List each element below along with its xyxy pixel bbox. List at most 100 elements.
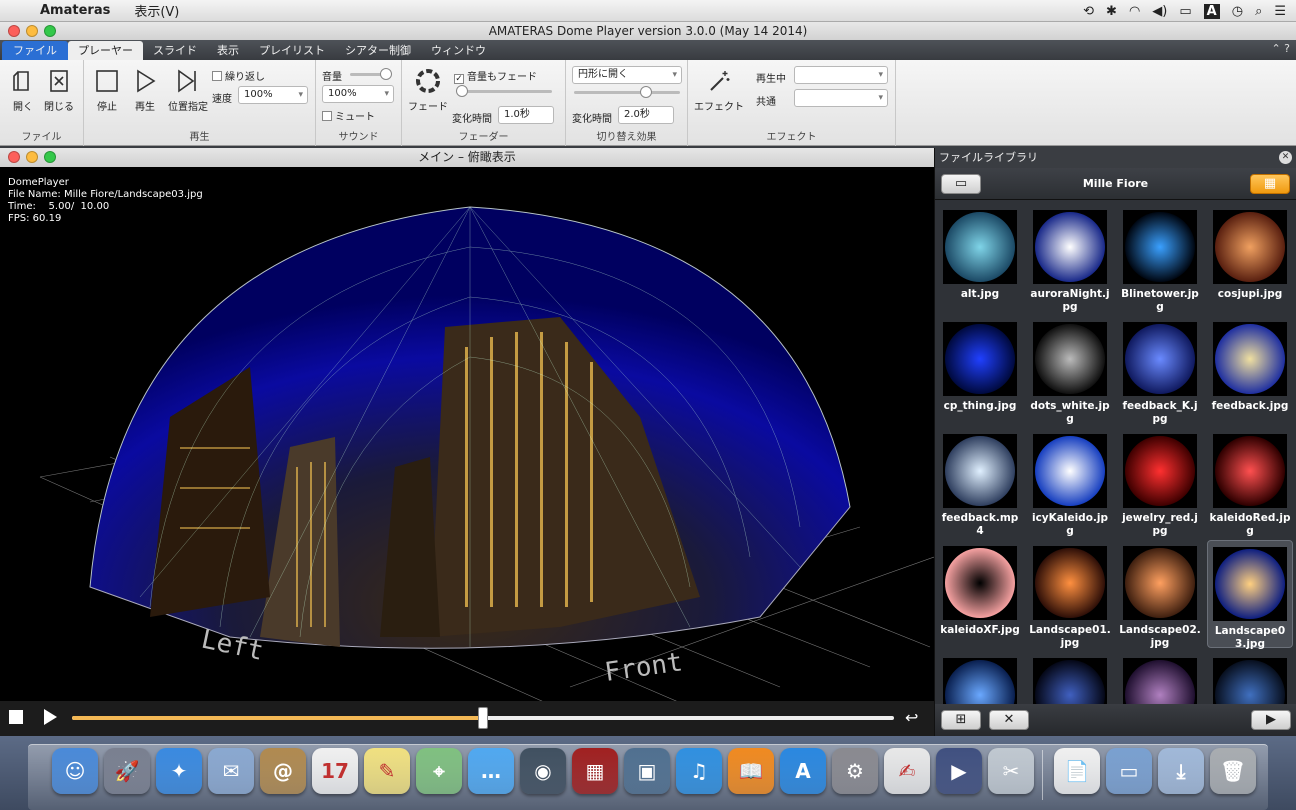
- help-icon[interactable]: ⌃ ?: [1271, 42, 1290, 55]
- minimize-window-button[interactable]: [26, 25, 38, 37]
- repeat-checkbox[interactable]: 繰り返し: [212, 68, 265, 83]
- library-close-icon[interactable]: ✕: [1279, 151, 1292, 164]
- library-item[interactable]: cp_thing.jpg: [937, 316, 1023, 424]
- common-effect-select[interactable]: [794, 89, 888, 107]
- app-menu[interactable]: Amateras: [40, 3, 110, 18]
- itunes-icon[interactable]: ♫: [676, 748, 722, 794]
- library-item[interactable]: cosjupi.jpg: [1207, 204, 1293, 312]
- play-button[interactable]: 再生: [130, 68, 160, 113]
- tab-file[interactable]: ファイル: [2, 41, 68, 60]
- facetime-icon[interactable]: ◉: [520, 748, 566, 794]
- ribbon-tabs: ファイル プレーヤー スライド 表示 プレイリスト シアター制御 ウィンドウ ⌃…: [0, 40, 1296, 60]
- library-item[interactable]: feedback.jpg: [1207, 316, 1293, 424]
- volume-slider[interactable]: [350, 68, 392, 80]
- stop-button[interactable]: 停止: [92, 68, 122, 113]
- close-window-button[interactable]: [8, 25, 20, 37]
- main-minimize-button[interactable]: [26, 151, 38, 163]
- preview-icon[interactable]: ✂: [988, 748, 1034, 794]
- trash-icon[interactable]: 🗑: [1210, 748, 1256, 794]
- calendar-icon[interactable]: 17: [312, 748, 358, 794]
- library-item[interactable]: alt.jpg: [937, 204, 1023, 312]
- library-item[interactable]: Landscape02.jpg: [1117, 540, 1203, 649]
- library-item[interactable]: [937, 652, 1023, 704]
- fader-slider[interactable]: [456, 85, 552, 97]
- notes-icon[interactable]: ✎: [364, 748, 410, 794]
- volume-fade-checkbox[interactable]: ✓ 音量もフェード: [454, 68, 537, 84]
- transition-mode-select[interactable]: 円形に開く: [572, 66, 682, 84]
- launchpad-icon[interactable]: 🚀: [104, 748, 150, 794]
- close-button[interactable]: 閉じる: [42, 68, 76, 113]
- transport-play-button[interactable]: [44, 709, 57, 725]
- open-button[interactable]: 開く: [8, 68, 38, 113]
- seek-position-button[interactable]: 位置指定: [166, 68, 210, 113]
- library-item[interactable]: feedback.mp4: [937, 428, 1023, 537]
- app-store-icon[interactable]: A: [780, 748, 826, 794]
- textedit-icon[interactable]: ✍: [884, 748, 930, 794]
- library-item[interactable]: [1207, 652, 1293, 704]
- zoom-window-button[interactable]: [44, 25, 56, 37]
- loop-icon[interactable]: ↩: [905, 708, 918, 727]
- notification-icon[interactable]: ☰: [1274, 4, 1286, 19]
- photo-booth-icon[interactable]: ▦: [572, 748, 618, 794]
- spotlight-icon[interactable]: ⌕: [1255, 4, 1262, 19]
- messages-icon[interactable]: …: [468, 748, 514, 794]
- quicktime-icon[interactable]: ▶: [936, 748, 982, 794]
- tab-playlist[interactable]: プレイリスト: [249, 41, 335, 60]
- finder-icon[interactable]: ☺: [52, 748, 98, 794]
- tab-slide[interactable]: スライド: [143, 41, 207, 60]
- volume-icon[interactable]: ◀): [1152, 4, 1167, 19]
- library-item[interactable]: Landscape01.jpg: [1027, 540, 1113, 649]
- volume-select[interactable]: 100%: [322, 85, 394, 103]
- downloads-icon[interactable]: ⤓: [1158, 748, 1204, 794]
- library-play-button[interactable]: ▶: [1251, 710, 1291, 730]
- remove-button[interactable]: ✕: [989, 710, 1029, 730]
- grid-view-button[interactable]: ▦: [1250, 174, 1290, 194]
- iphoto-icon[interactable]: ▣: [624, 748, 670, 794]
- view-menu[interactable]: 表示(V): [134, 1, 179, 20]
- library-item[interactable]: kaleidoXF.jpg: [937, 540, 1023, 648]
- fader-time-stepper[interactable]: 1.0秒: [498, 106, 554, 124]
- playing-effect-select[interactable]: [794, 66, 888, 84]
- documents-icon[interactable]: 📄: [1054, 748, 1100, 794]
- transport-stop-button[interactable]: [9, 710, 23, 724]
- mail-icon[interactable]: ✉: [208, 748, 254, 794]
- library-item[interactable]: Blinetower.jpg: [1117, 204, 1203, 313]
- speed-select[interactable]: 100%: [238, 86, 308, 104]
- library-item[interactable]: [1027, 652, 1113, 704]
- tab-theater-control[interactable]: シアター制御: [335, 41, 421, 60]
- contacts-icon[interactable]: @: [260, 748, 306, 794]
- main-zoom-button[interactable]: [44, 151, 56, 163]
- applications-folder-icon[interactable]: ▭: [1106, 748, 1152, 794]
- seek-bar[interactable]: [72, 707, 894, 729]
- library-item[interactable]: dots_white.jpg: [1027, 316, 1113, 425]
- library-item[interactable]: feedback_K.jpg: [1117, 316, 1203, 425]
- library-item[interactable]: icyKaleido.jpg: [1027, 428, 1113, 537]
- fade-button[interactable]: フェード: [408, 68, 448, 113]
- bluetooth-icon[interactable]: ✱: [1106, 4, 1117, 19]
- mute-checkbox[interactable]: ミュート: [322, 108, 375, 123]
- library-item[interactable]: jewelry_red.jpg: [1117, 428, 1203, 537]
- battery-icon[interactable]: ▭: [1179, 4, 1191, 19]
- dome-viewer[interactable]: Left Front DomePlayer File Name: Mille F…: [0, 167, 934, 701]
- safari-icon[interactable]: ✦: [156, 748, 202, 794]
- clock-icon[interactable]: ◷: [1232, 4, 1243, 19]
- add-to-playlist-button[interactable]: ⊞: [941, 710, 981, 730]
- effect-button[interactable]: エフェクト: [694, 68, 744, 113]
- library-item[interactable]: kaleidoRed.jpg: [1207, 428, 1293, 537]
- library-item[interactable]: Landscape03.jpg: [1207, 540, 1293, 650]
- tab-window[interactable]: ウィンドウ: [421, 41, 496, 60]
- wifi-icon[interactable]: ◠: [1129, 4, 1140, 19]
- tab-player[interactable]: プレーヤー: [68, 41, 143, 60]
- transition-slider[interactable]: [574, 86, 680, 98]
- maps-icon[interactable]: ⌖: [416, 748, 462, 794]
- transition-time-stepper[interactable]: 2.0秒: [618, 106, 674, 124]
- main-close-button[interactable]: [8, 151, 20, 163]
- system-preferences-icon[interactable]: ⚙: [832, 748, 878, 794]
- seek-handle[interactable]: [478, 707, 488, 729]
- tab-view[interactable]: 表示: [207, 41, 249, 60]
- library-item[interactable]: [1117, 652, 1203, 704]
- ibooks-icon[interactable]: 📖: [728, 748, 774, 794]
- time-machine-icon[interactable]: ⟲: [1083, 4, 1094, 19]
- input-source-icon[interactable]: A: [1203, 3, 1220, 19]
- library-item[interactable]: auroraNight.jpg: [1027, 204, 1113, 313]
